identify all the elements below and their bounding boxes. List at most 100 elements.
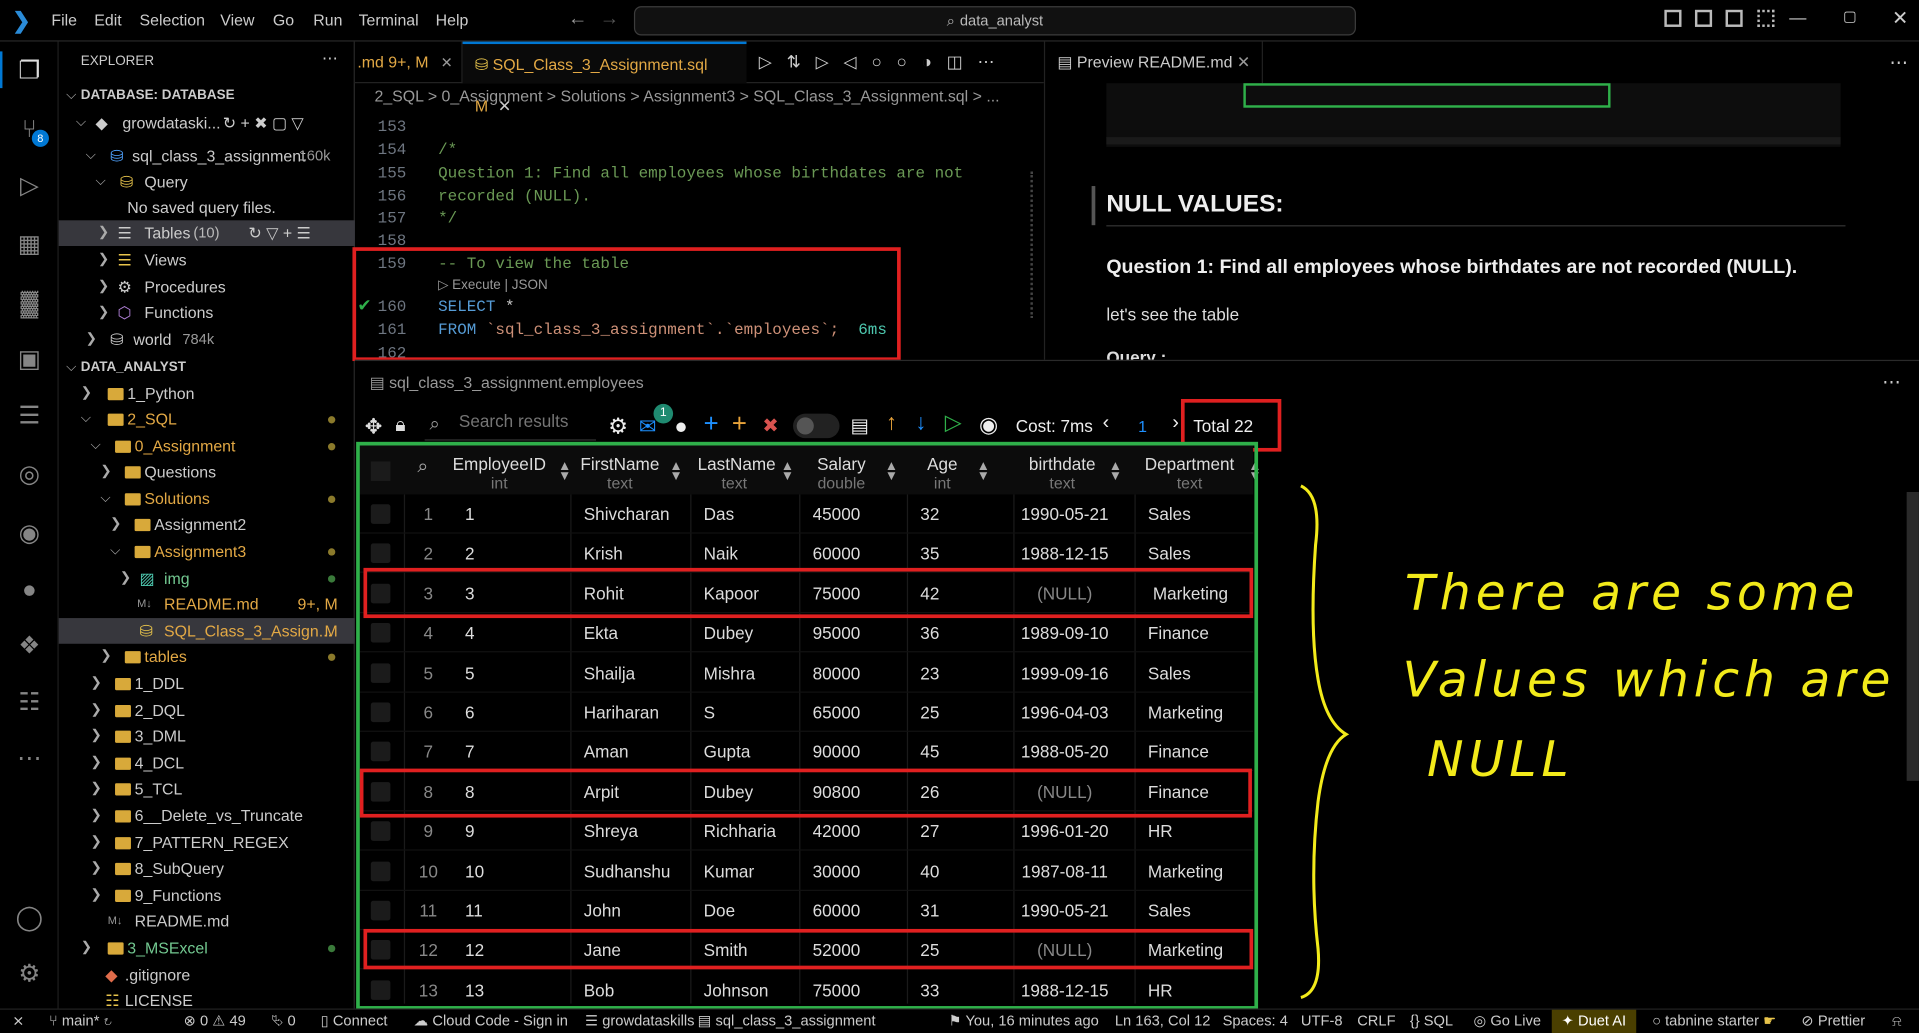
- restore-icon[interactable]: ▢: [1843, 7, 1857, 24]
- back-arrow-icon[interactable]: ←: [568, 9, 588, 31]
- tables-row[interactable]: ❯ ☰ Tables (10) ↻ ▽ + ☰: [58, 220, 355, 247]
- search-results-input[interactable]: [458, 411, 594, 431]
- arrow-up-icon[interactable]: ↑: [886, 410, 897, 436]
- tab-preview-readme[interactable]: ▤ Preview README.md ✕: [1045, 41, 1263, 84]
- folder-pattern[interactable]: ❯ 7_PATTERN_REGEX: [59, 830, 355, 856]
- remote-explorer-icon[interactable]: ▣: [12, 343, 46, 377]
- views-row[interactable]: ❯ ☰ Views: [59, 247, 355, 273]
- menu-selection[interactable]: Selection: [140, 11, 205, 29]
- more-actions-icon[interactable]: ⋯: [1890, 51, 1908, 74]
- schema-row[interactable]: ⌵ ⛁ sql_class_3_assignment 160k: [59, 143, 355, 169]
- folder-functions[interactable]: ❯ 9_Functions: [59, 882, 355, 908]
- split-editor-icon[interactable]: ◫: [947, 51, 978, 71]
- menu-terminal[interactable]: Terminal: [359, 11, 419, 29]
- folder-solutions[interactable]: ⌵ Solutions: [59, 486, 355, 512]
- folder-subquery[interactable]: ❯ 8_SubQuery: [59, 856, 355, 882]
- connection-row[interactable]: ⌵ ◆ growdataski... ↻ + ✖ ▢ ▽: [59, 110, 355, 136]
- tables-actions-icon[interactable]: ↻ ▽ + ☰: [248, 220, 310, 246]
- customize-layout-icon[interactable]: [1757, 9, 1775, 27]
- command-center[interactable]: ⌕ data_analyst: [633, 6, 1356, 36]
- git-graph-icon[interactable]: ◎: [12, 458, 46, 492]
- more-actions-icon[interactable]: ⋯: [977, 51, 1009, 71]
- more-icon[interactable]: ⋯: [12, 742, 46, 776]
- account-icon[interactable]: ◯: [12, 901, 46, 935]
- end-of-line[interactable]: CRLF: [1357, 1010, 1395, 1033]
- arrow-down-icon[interactable]: ↓: [915, 410, 926, 436]
- breadcrumb[interactable]: 2_SQL > 0_Assignment > Solutions > Assig…: [355, 83, 1044, 110]
- functions-row[interactable]: ❯ ⬡ Functions: [59, 300, 355, 326]
- chart-icon[interactable]: ▓: [12, 286, 46, 320]
- git-icon[interactable]: ◑: [922, 51, 947, 71]
- folder-tcl[interactable]: ❯ 5_TCL: [59, 776, 355, 802]
- menu-go[interactable]: Go: [273, 11, 294, 29]
- settings-gear-icon[interactable]: ⚙: [12, 957, 46, 991]
- mail-icon[interactable]: ✉: [639, 415, 656, 439]
- menu-view[interactable]: View: [220, 11, 254, 29]
- folder-sql[interactable]: ⌵ 2_SQL: [59, 406, 355, 432]
- comment-icon[interactable]: ▤: [851, 414, 870, 438]
- folder-questions[interactable]: ❯ Questions: [59, 459, 355, 485]
- notifications-bell-icon[interactable]: ⍾: [1892, 1010, 1902, 1033]
- language-mode[interactable]: {} SQL: [1410, 1010, 1453, 1033]
- code-line-156[interactable]: recorded (NULL).: [438, 187, 591, 205]
- toggle-secondary-sidebar-icon[interactable]: [1725, 9, 1743, 27]
- apps-icon[interactable]: ❖: [12, 629, 46, 663]
- file-gitignore[interactable]: ◆ .gitignore: [59, 962, 355, 988]
- circle-icon-2[interactable]: ○: [896, 51, 921, 71]
- git-blame-item[interactable]: ⚑ You, 16 minutes ago: [948, 1010, 1098, 1033]
- toggle-panel-icon[interactable]: [1694, 9, 1713, 27]
- explorer-icon[interactable]: ❐: [12, 54, 46, 88]
- minimize-icon[interactable]: —: [1789, 7, 1806, 27]
- menu-file[interactable]: File: [51, 11, 77, 29]
- github-icon[interactable]: ●: [12, 573, 46, 607]
- file-readme[interactable]: M↓ README.md 9+, M: [59, 591, 355, 617]
- toggle-sidebar-icon[interactable]: [1664, 9, 1682, 27]
- menu-run[interactable]: Run: [313, 11, 342, 29]
- procedures-row[interactable]: ❯ ⚙ Procedures: [59, 274, 355, 300]
- run-query-icon[interactable]: ▷: [945, 410, 962, 436]
- folder-ddl[interactable]: ❯ 1_DDL: [59, 671, 355, 697]
- add-icon[interactable]: +: [704, 410, 719, 439]
- close-tab-icon[interactable]: ✕: [441, 54, 453, 71]
- results-tab[interactable]: ▤ sql_class_3_assignment.employees: [370, 373, 644, 393]
- workspace-header[interactable]: ⌵ DATA_ANALYST: [59, 355, 355, 381]
- ports-item[interactable]: ⮱ 0: [272, 1010, 296, 1033]
- folder-python[interactable]: ❯ 1_Python: [59, 381, 355, 407]
- branch-item[interactable]: ⑂ main* ↻: [49, 1010, 112, 1033]
- code-line-155[interactable]: Question 1: Find all employees whose bir…: [438, 164, 963, 182]
- folder-dcl[interactable]: ❯ 4_DCL: [59, 750, 355, 776]
- file-sql-assignment[interactable]: ⛁ SQL_Class_3_Assign... M: [58, 618, 355, 644]
- world-row[interactable]: ❯ ⛁ world 784k: [59, 327, 355, 353]
- folder-assignment[interactable]: ⌵ 0_Assignment: [59, 433, 355, 459]
- forward-arrow-icon[interactable]: →: [600, 9, 620, 31]
- folder-delete[interactable]: ❯ 6__Delete_vs_Truncate: [59, 803, 355, 829]
- toggle-switch[interactable]: [793, 413, 840, 439]
- lock-icon[interactable]: 🔒︎: [395, 415, 405, 437]
- play-icon[interactable]: ▷: [816, 51, 844, 71]
- go-live-item[interactable]: ◎ Go Live: [1473, 1010, 1541, 1033]
- panel-scrollbar[interactable]: [1906, 492, 1919, 781]
- page-number[interactable]: 1: [1138, 417, 1147, 435]
- next-page-icon[interactable]: ›: [1172, 412, 1179, 434]
- settings-gear-icon[interactable]: ⚙: [608, 414, 628, 440]
- github-icon[interactable]: ●: [674, 414, 687, 440]
- duet-ai-item[interactable]: ✦ Duet AI: [1551, 1009, 1636, 1033]
- encoding[interactable]: UTF-8: [1301, 1010, 1343, 1033]
- prettier-item[interactable]: ⊘ Prettier: [1801, 1010, 1865, 1033]
- close-window-icon[interactable]: ✕: [1892, 6, 1908, 30]
- cloud-code-item[interactable]: ☁ Cloud Code - Sign in: [414, 1010, 568, 1033]
- folder-tables[interactable]: ❯ tables: [59, 644, 355, 670]
- folder-assignment2[interactable]: ❯ Assignment2: [59, 512, 355, 538]
- cursor-position[interactable]: Ln 163, Col 12: [1115, 1010, 1211, 1033]
- folder-assignment3[interactable]: ⌵ Assignment3: [59, 539, 355, 565]
- tab-sql-assignment[interactable]: ⛁ SQL_Class_3_Assignment.sql M ✕: [462, 41, 747, 115]
- folder-msexcel[interactable]: ❯ 3_MSExcel: [59, 935, 355, 961]
- menu-edit[interactable]: Edit: [94, 11, 121, 29]
- docker-icon[interactable]: ◉: [12, 516, 46, 550]
- more-actions-icon[interactable]: ⋯: [322, 49, 338, 69]
- tabnine-item[interactable]: ○ tabnine starter ☛: [1652, 1010, 1776, 1033]
- indentation[interactable]: Spaces: 4: [1223, 1010, 1288, 1033]
- prev-page-icon[interactable]: ‹: [1103, 412, 1110, 434]
- move-icon[interactable]: ✥: [365, 415, 382, 439]
- delete-trash-icon[interactable]: ✖: [762, 414, 778, 438]
